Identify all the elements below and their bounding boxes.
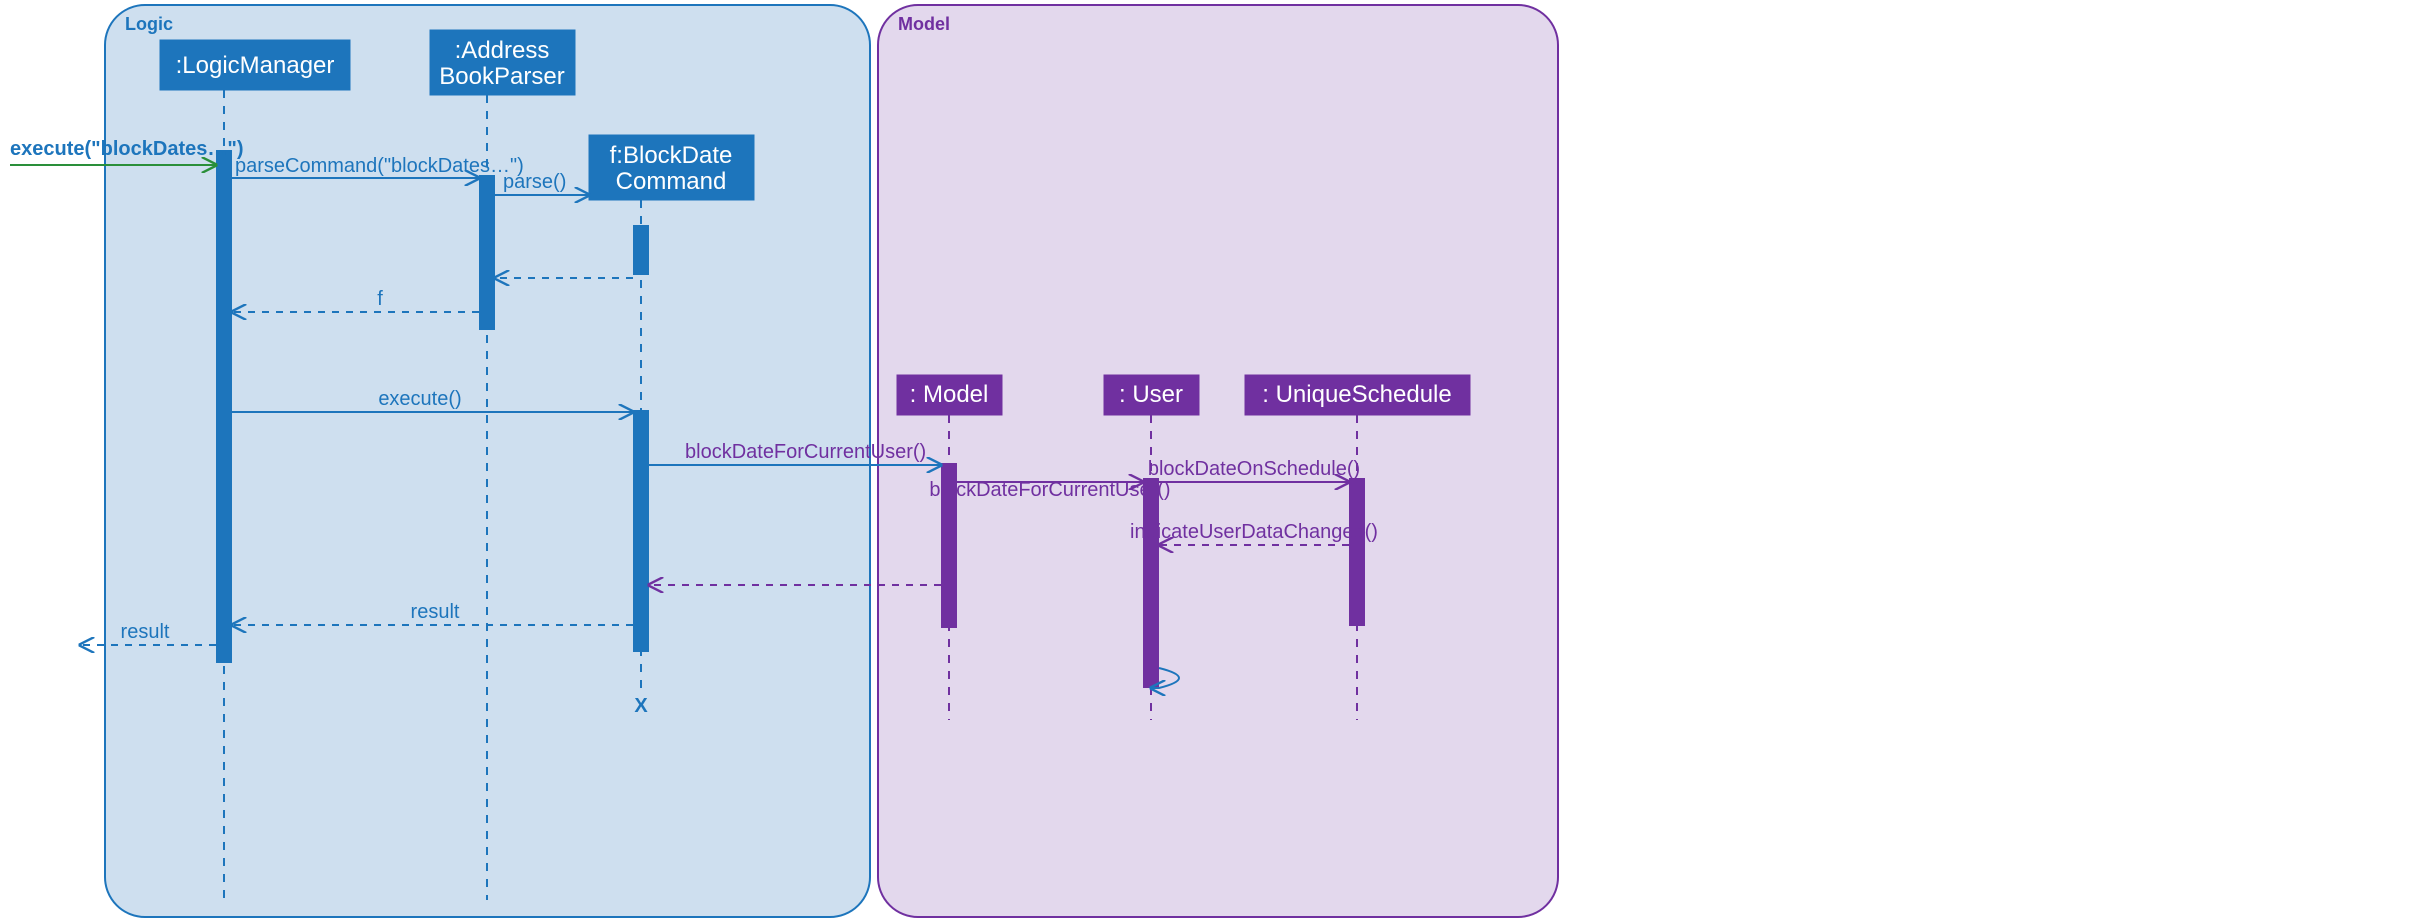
lifeline-uniqueschedule-label: : UniqueSchedule — [1262, 381, 1451, 408]
activation-blockdatecmd-1 — [633, 225, 649, 275]
msg-blockdateonschedule-label: blockDateOnSchedule() — [1148, 458, 1360, 480]
destroy-x: X — [634, 695, 648, 717]
lifeline-blockdatecmd-label2: Command — [616, 168, 727, 195]
activation-user — [1143, 478, 1159, 688]
activation-blockdatecmd-2 — [633, 410, 649, 652]
lifeline-model-label: : Model — [910, 381, 989, 408]
lifeline-user-label: : User — [1119, 381, 1183, 408]
msg-execute-in-label: execute("blockDates…") — [10, 138, 244, 160]
activation-addressparser — [479, 175, 495, 330]
msg-parsecommand-label: parseCommand("blockDates…") — [235, 155, 524, 177]
msg-return-f-label: f — [377, 288, 383, 310]
frame-model-label: Model — [898, 14, 950, 34]
frame-logic-label: Logic — [125, 14, 173, 34]
lifeline-addressparser-label2: BookParser — [439, 63, 564, 90]
lifeline-blockdatecmd-label1: f:BlockDate — [610, 142, 733, 169]
activation-uniqueschedule — [1349, 478, 1365, 626]
msg-indicate-label: indicateUserDataChanged() — [1130, 521, 1378, 543]
msg-execute-cmd-label: execute() — [378, 388, 461, 410]
sequence-diagram: Logic Model :LogicManager :Address BookP… — [0, 0, 2412, 922]
activation-logicmanager — [216, 150, 232, 663]
lifeline-logicmanager-label: :LogicManager — [176, 52, 335, 79]
msg-blockdate2-label: blockDateForCurrentUser() — [929, 479, 1170, 501]
msg-result1-label: result — [411, 601, 460, 623]
msg-parse-label: parse() — [503, 171, 566, 193]
msg-result2-label: result — [121, 621, 170, 643]
msg-blockdate1-label: blockDateForCurrentUser() — [685, 441, 926, 463]
lifeline-addressparser-label1: :Address — [455, 37, 550, 64]
